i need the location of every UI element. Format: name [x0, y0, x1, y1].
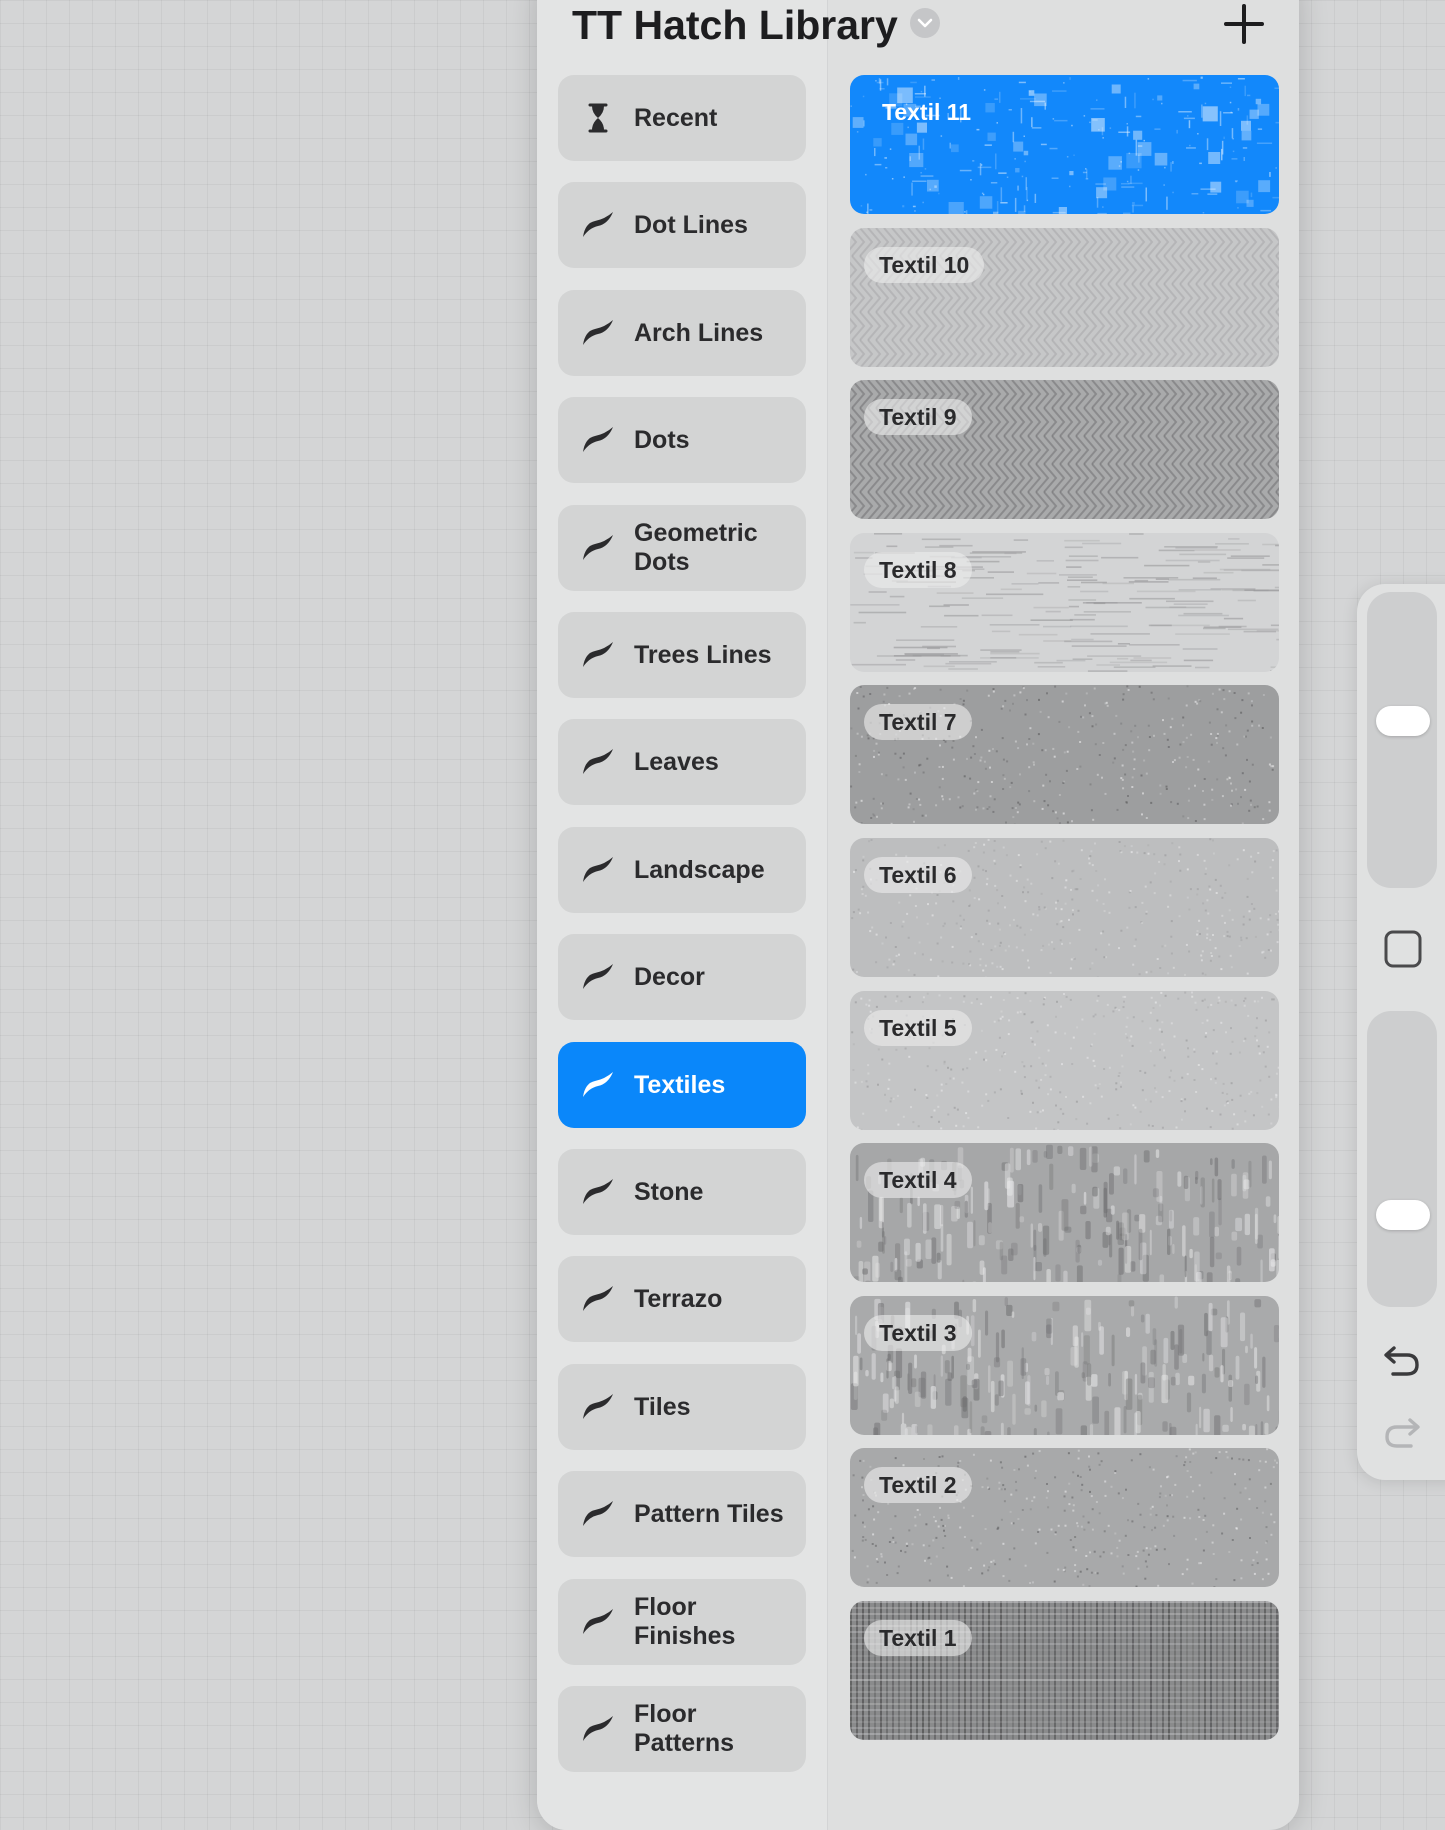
brush-textil-6[interactable]: Textil 6	[850, 838, 1279, 977]
category-label: Dots	[634, 426, 796, 455]
brush-icon	[580, 1283, 616, 1315]
category-landscape[interactable]: Landscape	[558, 827, 806, 913]
brush-label: Textil 6	[864, 857, 972, 893]
category-label: Floor Finishes	[634, 1593, 796, 1651]
brush-icon	[580, 317, 616, 349]
brush-size-slider[interactable]	[1367, 592, 1437, 888]
category-terrazo[interactable]: Terrazo	[558, 1256, 806, 1342]
brush-textil-4[interactable]: Textil 4	[850, 1143, 1279, 1282]
side-toolbar	[1357, 584, 1445, 1480]
category-tiles[interactable]: Tiles	[558, 1364, 806, 1450]
category-decor[interactable]: Decor	[558, 934, 806, 1020]
category-label: Floor Patterns	[634, 1700, 796, 1758]
undo-button[interactable]	[1381, 1342, 1423, 1380]
opacity-slider[interactable]	[1367, 1011, 1437, 1307]
brush-icon	[580, 1391, 616, 1423]
category-label: Recent	[634, 104, 796, 133]
brush-icon	[580, 1069, 616, 1101]
square-icon	[1382, 928, 1424, 970]
category-floor-finishes[interactable]: Floor Finishes	[558, 1579, 806, 1665]
brush-textil-3[interactable]: Textil 3	[850, 1296, 1279, 1435]
category-label: Decor	[634, 963, 796, 992]
chevron-down-icon[interactable]	[910, 8, 940, 38]
brush-library-panel: TT Hatch Library Recent Dot Lines Arch Lin…	[537, 0, 1299, 1830]
category-floor-patterns[interactable]: Floor Patterns	[558, 1686, 806, 1772]
category-arch-lines[interactable]: Arch Lines	[558, 290, 806, 376]
category-geometric-dots[interactable]: Geometric Dots	[558, 505, 806, 591]
brush-textil-11[interactable]: Textil 11	[850, 75, 1279, 214]
brush-label: Textil 4	[864, 1162, 972, 1198]
brush-icon	[580, 1606, 616, 1638]
brush-textil-10[interactable]: Textil 10	[850, 228, 1279, 367]
brush-textil-7[interactable]: Textil 7	[850, 685, 1279, 824]
category-label: Tiles	[634, 1393, 796, 1422]
category-pattern-tiles[interactable]: Pattern Tiles	[558, 1471, 806, 1557]
brush-textil-9[interactable]: Textil 9	[850, 380, 1279, 519]
brush-label: Textil 7	[864, 704, 972, 740]
brush-label: Textil 10	[864, 247, 984, 283]
category-label: Pattern Tiles	[634, 1500, 796, 1529]
brush-icon	[580, 1713, 616, 1745]
brush-icon	[580, 961, 616, 993]
category-dot-lines[interactable]: Dot Lines	[558, 182, 806, 268]
plus-icon	[1220, 0, 1268, 48]
category-leaves[interactable]: Leaves	[558, 719, 806, 805]
category-textiles[interactable]: Textiles	[558, 1042, 806, 1128]
brush-size-knob[interactable]	[1376, 706, 1430, 736]
category-dots[interactable]: Dots	[558, 397, 806, 483]
category-label: Dot Lines	[634, 211, 796, 240]
brush-label: Textil 3	[864, 1315, 972, 1351]
undo-icon	[1381, 1342, 1423, 1380]
category-label: Trees Lines	[634, 641, 796, 670]
add-brush-button[interactable]	[1220, 0, 1268, 48]
brush-label: Textil 5	[864, 1010, 972, 1046]
category-label: Terrazo	[634, 1285, 796, 1314]
category-stone[interactable]: Stone	[558, 1149, 806, 1235]
brush-label: Textil 1	[864, 1620, 972, 1656]
panel-title: TT Hatch Library	[572, 0, 898, 54]
category-label: Leaves	[634, 748, 796, 777]
brush-icon	[580, 746, 616, 778]
brush-icon	[580, 1176, 616, 1208]
redo-button[interactable]	[1381, 1414, 1423, 1452]
brush-icon	[580, 639, 616, 671]
brush-label: Textil 11	[864, 94, 986, 130]
brush-label: Textil 9	[864, 399, 972, 435]
category-trees-lines[interactable]: Trees Lines	[558, 612, 806, 698]
brush-label: Textil 2	[864, 1467, 972, 1503]
category-label: Stone	[634, 1178, 796, 1207]
brush-icon	[580, 532, 616, 564]
sidebar-divider	[827, 0, 828, 1830]
modify-button[interactable]	[1382, 928, 1424, 970]
redo-icon	[1381, 1414, 1423, 1452]
hourglass-icon	[580, 102, 616, 134]
category-recent[interactable]: Recent	[558, 75, 806, 161]
brush-textil-1[interactable]: Textil 1	[850, 1601, 1279, 1740]
category-label: Textiles	[634, 1071, 796, 1100]
brush-icon	[580, 424, 616, 456]
category-label: Landscape	[634, 856, 796, 885]
brush-icon	[580, 1498, 616, 1530]
category-label: Geometric Dots	[634, 519, 796, 577]
brush-label: Textil 8	[864, 552, 972, 588]
brush-textil-8[interactable]: Textil 8	[850, 533, 1279, 672]
brush-icon	[580, 209, 616, 241]
brush-textil-2[interactable]: Textil 2	[850, 1448, 1279, 1587]
category-label: Arch Lines	[634, 319, 796, 348]
brush-textil-5[interactable]: Textil 5	[850, 991, 1279, 1130]
opacity-knob[interactable]	[1376, 1200, 1430, 1230]
brush-icon	[580, 854, 616, 886]
